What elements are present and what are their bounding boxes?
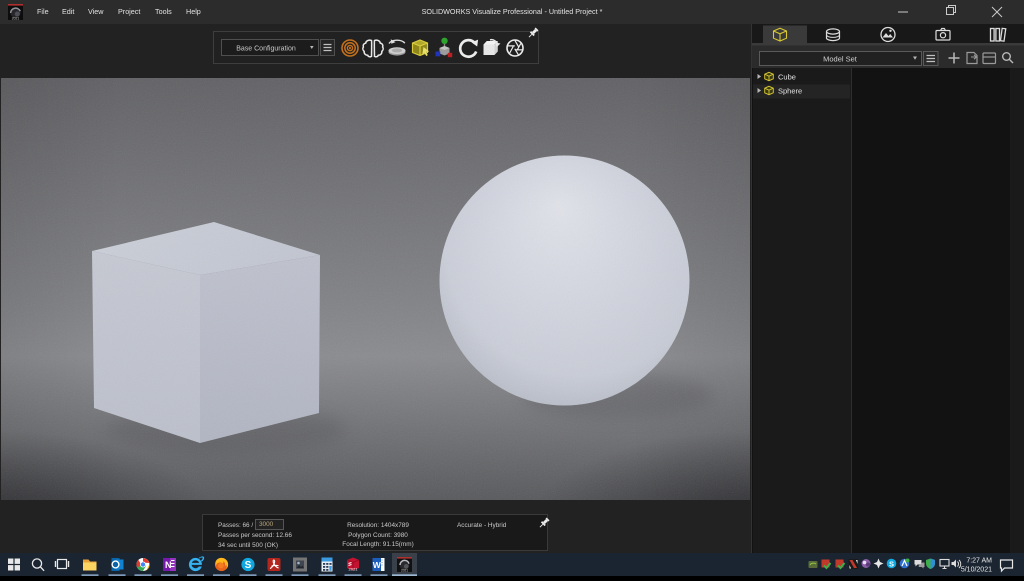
svg-text:S: S <box>245 560 252 571</box>
svg-text:Cube: Cube <box>778 73 796 82</box>
svg-text:7:27 AM: 7:27 AM <box>966 558 992 565</box>
svg-text:Base Configuration: Base Configuration <box>236 45 296 52</box>
svg-text:N: N <box>165 560 172 570</box>
svg-text:5/10/2021: 5/10/2021 <box>961 567 992 574</box>
svg-text:Model Set: Model Set <box>823 55 858 64</box>
svg-text:Sphere: Sphere <box>778 87 802 96</box>
svg-text:2021: 2021 <box>401 568 408 572</box>
svg-text:W: W <box>373 560 382 570</box>
svg-text:2021: 2021 <box>349 567 359 572</box>
svg-text:S: S <box>889 560 894 569</box>
